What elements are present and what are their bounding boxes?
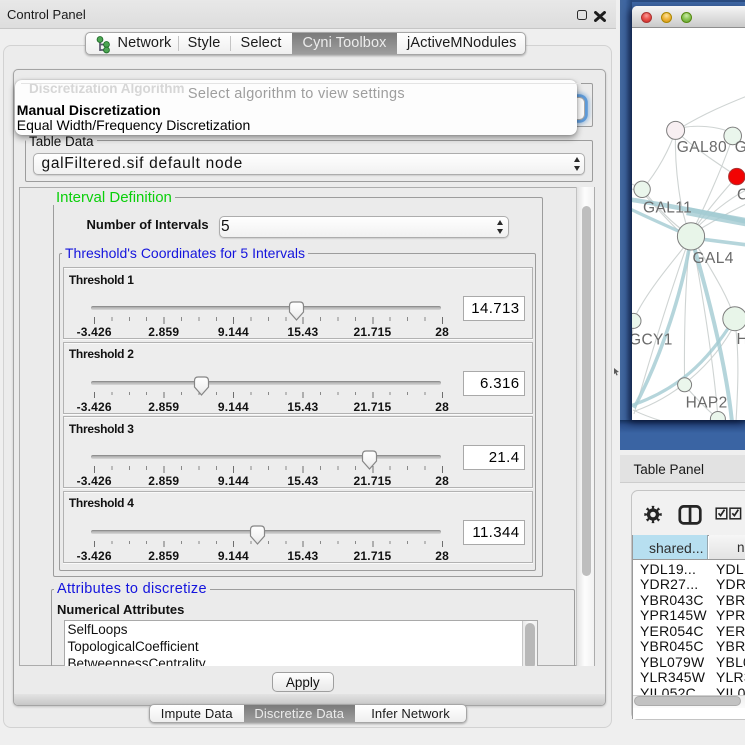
svg-text:GAL11: GAL11 bbox=[643, 199, 692, 216]
svg-text:HAP2: HAP2 bbox=[685, 395, 727, 412]
svg-text:GAL4: GAL4 bbox=[692, 250, 733, 267]
svg-text:HAP1: HAP1 bbox=[736, 331, 745, 348]
svg-text:GCY1: GCY1 bbox=[632, 332, 673, 349]
svg-text:GAL3: GAL3 bbox=[734, 139, 745, 156]
svg-text:GAL80: GAL80 bbox=[676, 139, 726, 156]
svg-text:CRT1: CRT1 bbox=[737, 187, 745, 204]
